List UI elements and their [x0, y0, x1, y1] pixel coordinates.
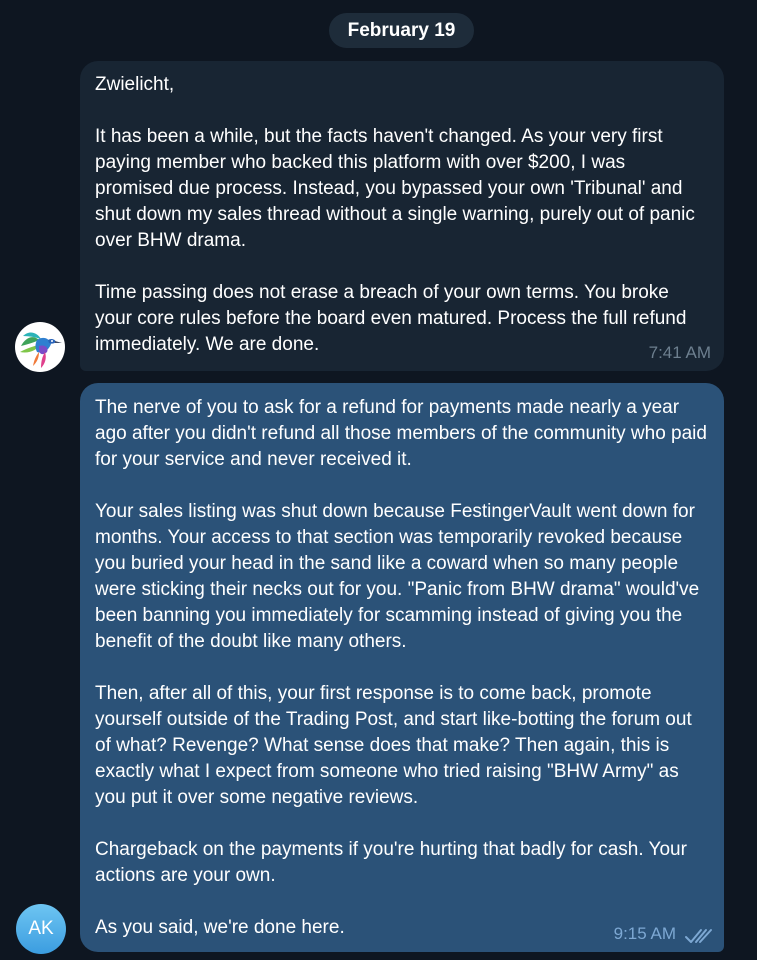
- message-timestamp: 9:15 AM: [613, 924, 676, 943]
- date-separator: February 19: [329, 13, 474, 48]
- message-timestamp: 7:41 AM: [648, 343, 711, 362]
- outgoing-message-bubble[interactable]: The nerve of you to ask for a refund for…: [80, 383, 724, 952]
- message-text-paragraph: Zwielicht,: [95, 74, 175, 95]
- avatar[interactable]: AK: [16, 904, 66, 954]
- hummingbird-icon[interactable]: [15, 322, 65, 372]
- double-check-icon: [684, 926, 714, 946]
- message-text-paragraph: Then, after all of this, your first resp…: [95, 683, 697, 808]
- message-text-paragraph: The nerve of you to ask for a refund for…: [95, 397, 713, 470]
- incoming-message-bubble[interactable]: Zwielicht, It has been a while, but the …: [80, 61, 724, 371]
- message-text-paragraph: Chargeback on the payments if you're hur…: [95, 839, 693, 886]
- hummingbird-avatar-graphic: [20, 332, 62, 368]
- message-text-paragraph: Your sales listing was shut down because…: [95, 501, 705, 652]
- message-text-paragraph: It has been a while, but the facts haven…: [95, 126, 701, 251]
- message-text-paragraph: Time passing does not erase a breach of …: [95, 282, 692, 355]
